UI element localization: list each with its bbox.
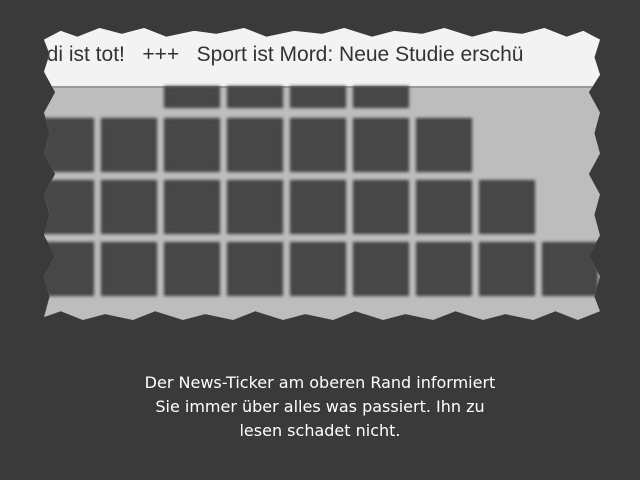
grid-tile	[290, 242, 346, 296]
grid-tile	[416, 242, 472, 296]
grid-tile	[101, 242, 157, 296]
grid-tile	[353, 86, 409, 108]
grid-tile	[290, 180, 346, 234]
grid-tile	[353, 180, 409, 234]
grid-tile	[227, 180, 283, 234]
tutorial-screen: ldi ist tot! +++ Sport ist Mord: Neue St…	[0, 0, 640, 480]
grid-tile	[353, 118, 409, 172]
grid-tile	[479, 242, 535, 296]
grid-tile	[542, 242, 598, 296]
grid-tile	[227, 118, 283, 172]
grid-tile	[290, 118, 346, 172]
grid-tile	[44, 180, 94, 234]
caption-line-1: Der News-Ticker am oberen Rand informier…	[144, 373, 496, 392]
grid-tile	[164, 118, 220, 172]
grid-tile	[164, 86, 220, 108]
grid-tile	[479, 180, 535, 234]
grid-tile	[44, 118, 94, 172]
grid-tile	[227, 242, 283, 296]
game-preview-frame: ldi ist tot! +++ Sport ist Mord: Neue St…	[44, 28, 600, 320]
grid-tile	[227, 86, 283, 108]
grid-tile	[416, 180, 472, 234]
grid-tile	[101, 180, 157, 234]
news-ticker-bar: ldi ist tot! +++ Sport ist Mord: Neue St…	[44, 28, 600, 88]
grid-tile	[416, 118, 472, 172]
grid-tile	[353, 242, 409, 296]
tile-grid	[44, 86, 600, 320]
news-ticker-text: ldi ist tot! +++ Sport ist Mord: Neue St…	[44, 43, 524, 66]
grid-tile	[290, 86, 346, 108]
grid-tile	[44, 242, 94, 296]
caption-line-2: Sie immer über alles was passiert. Ihn z…	[155, 397, 485, 416]
tutorial-caption: Der News-Ticker am oberen Rand informier…	[0, 371, 640, 443]
caption-line-3: lesen schadet nicht.	[239, 421, 401, 440]
grid-tile	[101, 118, 157, 172]
grid-tile	[164, 180, 220, 234]
grid-tile	[164, 242, 220, 296]
